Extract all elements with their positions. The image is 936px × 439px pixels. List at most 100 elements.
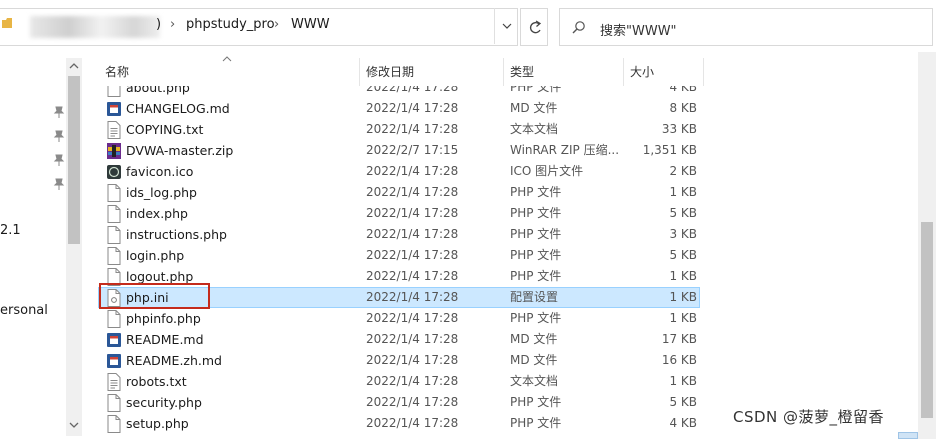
refresh-icon [530,20,542,34]
file-name[interactable]: ids_log.php [126,183,351,202]
file-size: 1 KB [669,374,697,388]
file-row[interactable]: index.php 2022/1/4 17:28 PHP 文件 5 KB [98,203,700,224]
file-size: 3 KB [669,227,697,241]
file-size: 4 KB [669,416,697,430]
file-size: 5 KB [669,206,697,220]
watermark: CSDN @菠萝_橙留香 [733,408,885,426]
column-header: 名称 修改日期 类型 大小 [98,56,704,86]
file-date: 2022/1/4 17:28 [366,122,459,136]
txt-file-icon [106,373,122,391]
file-name[interactable]: login.php [126,246,351,265]
file-type: ICO 图片文件 [510,164,584,178]
file-size: 1 KB [669,311,697,325]
file-size: 2 KB [669,164,697,178]
file-name[interactable]: security.php [126,393,351,412]
file-type: PHP 文件 [510,416,562,430]
breadcrumb-separator-icon[interactable]: › [274,17,279,32]
column-divider[interactable] [703,58,704,86]
nav-item-partial[interactable]: ersonal [0,303,48,318]
file-row[interactable]: ids_log.php 2022/1/4 17:28 PHP 文件 1 KB [98,182,700,203]
file-row[interactable]: instructions.php 2022/1/4 17:28 PHP 文件 3 KB [98,224,700,245]
column-size[interactable]: 大小 [623,58,703,86]
breadcrumb-separator-icon[interactable]: › [170,17,175,32]
file-row[interactable]: README.zh.md 2022/1/4 17:28 MD 文件 16 KB [98,350,700,371]
file-name[interactable]: DVWA-master.zip [126,141,351,160]
file-name[interactable]: index.php [126,204,351,223]
file-size: 8 KB [669,101,697,115]
file-row[interactable]: security.php 2022/1/4 17:28 PHP 文件 5 KB [98,392,700,413]
file-date: 2022/1/4 17:28 [366,269,459,283]
file-type: MD 文件 [510,332,558,346]
nav-item-partial[interactable]: 2.1 [0,223,21,238]
file-row[interactable]: phpinfo.php 2022/1/4 17:28 PHP 文件 1 KB [98,308,700,329]
file-date: 2022/1/4 17:28 [366,227,459,241]
file-name[interactable]: phpinfo.php [126,309,351,328]
ico-image-icon [106,163,122,181]
file-size: 1 KB [669,290,697,304]
file-date: 2022/1/4 17:28 [366,185,459,199]
file-type: MD 文件 [510,353,558,367]
file-name[interactable]: robots.txt [126,372,351,391]
pin-icon[interactable] [52,105,66,119]
sort-ascending-icon [222,56,232,62]
search-icon [572,21,585,34]
file-row[interactable]: favicon.ico 2022/1/4 17:28 ICO 图片文件 2 KB [98,161,700,182]
folder-icon [2,17,12,29]
file-date: 2022/1/4 17:28 [366,311,459,325]
file-type: MD 文件 [510,101,558,115]
file-type: 文本文档 [510,122,559,136]
file-size: 1 KB [669,269,697,283]
file-row[interactable]: robots.txt 2022/1/4 17:28 文本文档 1 KB [98,371,700,392]
file-row[interactable]: CHANGELOG.md 2022/1/4 17:28 MD 文件 8 KB [98,98,700,119]
column-date[interactable]: 修改日期 [359,58,503,86]
file-name[interactable]: favicon.ico [126,162,351,181]
column-type[interactable]: 类型 [503,58,623,86]
breadcrumb-www[interactable]: WWW [291,17,330,32]
file-date: 2022/1/4 17:28 [366,353,459,367]
file-row[interactable]: DVWA-master.zip 2022/2/7 17:15 WinRAR ZIP … [98,140,700,161]
file-type: 文本文档 [510,374,559,388]
file-size: 5 KB [669,248,697,262]
file-date: 2022/1/4 17:28 [366,206,459,220]
scroll-down-icon[interactable] [69,421,79,429]
file-name[interactable]: instructions.php [126,225,351,244]
file-date: 2022/1/4 17:28 [366,101,459,115]
annotation-highlight-box [99,283,210,309]
file-row[interactable]: README.md 2022/1/4 17:28 MD 文件 17 KB [98,329,700,350]
file-size: 16 KB [661,353,697,367]
php-file-icon [106,226,122,244]
file-date: 2022/1/4 17:28 [366,395,459,409]
file-size: 33 KB [661,122,697,136]
file-name[interactable]: README.zh.md [126,351,351,370]
file-date: 2022/1/4 17:28 [366,248,459,262]
md-file-icon [106,352,122,370]
file-size: 1,351 KB [642,143,697,157]
file-name[interactable]: setup.php [126,414,351,433]
file-size: 5 KB [669,395,697,409]
scroll-up-icon[interactable] [69,62,79,70]
file-name[interactable]: README.md [126,330,351,349]
search-box[interactable]: 搜索"WWW" [559,8,933,46]
address-dropdown-button[interactable] [494,8,519,44]
file-date: 2022/1/4 17:28 [366,332,459,346]
file-list-scrollbar-thumb[interactable] [921,222,933,418]
file-row[interactable]: login.php 2022/1/4 17:28 PHP 文件 5 KB [98,245,700,266]
redacted-path [30,16,160,38]
pin-icon[interactable] [52,177,66,191]
file-date: 2022/1/4 17:28 [366,374,459,388]
resize-grip[interactable] [898,432,918,439]
file-type: PHP 文件 [510,206,562,220]
pin-icon[interactable] [52,153,66,167]
file-type: PHP 文件 [510,269,562,283]
file-name[interactable]: COPYING.txt [126,120,351,139]
nav-scrollbar-thumb[interactable] [68,76,80,244]
file-row[interactable]: setup.php 2022/1/4 17:28 PHP 文件 4 KB [98,413,700,434]
file-type: PHP 文件 [510,395,562,409]
file-name[interactable]: CHANGELOG.md [126,99,351,118]
file-type: PHP 文件 [510,227,562,241]
refresh-button[interactable] [520,8,548,46]
breadcrumb-phpstudy-pro[interactable]: phpstudy_pro [186,17,275,32]
file-size: 17 KB [661,332,697,346]
pin-icon[interactable] [52,129,66,143]
file-row[interactable]: COPYING.txt 2022/1/4 17:28 文本文档 33 KB [98,119,700,140]
